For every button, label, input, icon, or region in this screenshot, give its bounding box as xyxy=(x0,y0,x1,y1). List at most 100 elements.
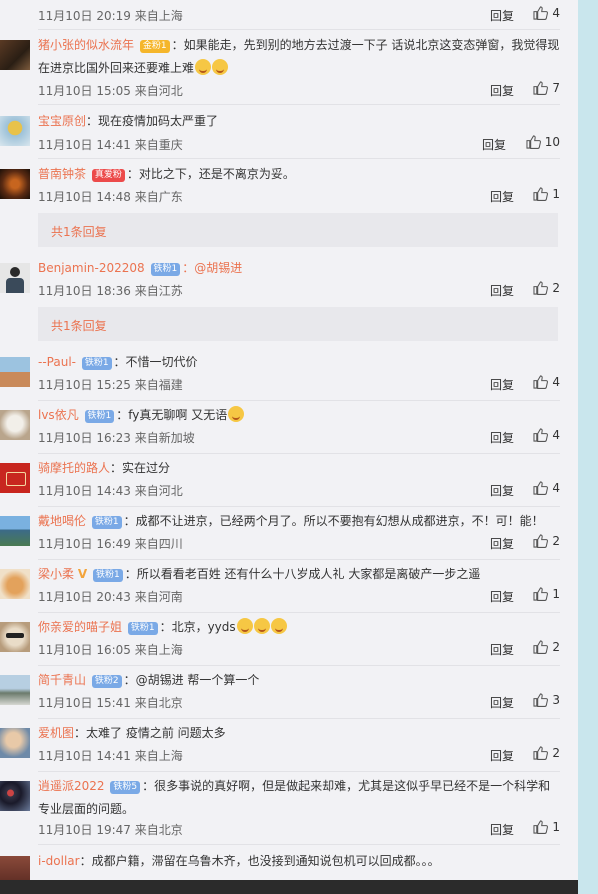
comment-item: 梁小柔 V 铁粉1 ：所以看看老百姓 还有什么十八岁成人礼 大家都是离破产一步之遥… xyxy=(0,563,578,615)
more-replies-button[interactable]: 共1条回复 xyxy=(38,213,558,247)
thumbs-up-icon xyxy=(533,746,549,760)
more-replies-label: 共1条回复 xyxy=(51,225,107,239)
username-link[interactable]: 宝宝原创 xyxy=(38,114,86,128)
comment-text: 逍遥派2022 铁粉5 ：很多事说的真好啊，但是做起来却难，尤其是这似乎早已经不是… xyxy=(38,775,560,821)
comment-body: ：成都户籍，滞留在乌鲁木齐，也没接到通知说包机可以回成都。。。 xyxy=(79,854,440,868)
thumbs-up-icon xyxy=(533,693,549,707)
like-button[interactable]: 7 xyxy=(533,81,560,95)
more-replies-label: 共1条回复 xyxy=(51,319,107,333)
username-link[interactable]: Benjamin-202208 xyxy=(38,261,145,275)
comment-body: ：不惜一切代价 xyxy=(113,355,198,369)
avatar[interactable] xyxy=(0,781,30,811)
thumbs-up-icon xyxy=(533,534,549,548)
comment-text: 梁小柔 V 铁粉1 ：所以看看老百姓 还有什么十八岁成人礼 大家都是离破产一步之遥 xyxy=(38,563,560,586)
like-button[interactable]: 2 xyxy=(533,281,560,295)
like-count: 4 xyxy=(552,375,560,389)
like-button[interactable]: 10 xyxy=(526,135,560,149)
reply-button[interactable]: 回复 xyxy=(490,429,514,446)
divider xyxy=(38,158,560,159)
reply-button[interactable]: 回复 xyxy=(490,188,514,205)
fan-badge: 铁粉1 xyxy=(150,263,181,276)
avatar[interactable] xyxy=(0,569,30,599)
like-count: 2 xyxy=(552,534,560,548)
page-side-background xyxy=(578,0,598,894)
laugh-cry-emoji-icon xyxy=(195,59,212,75)
comment-body: ：对比之下，还是不离京为妥。 xyxy=(126,167,295,181)
comment-meta: 11月10日 16:23 来自新加坡 xyxy=(38,431,195,445)
username-link[interactable]: 你亲爱的喵子姐 xyxy=(38,620,122,634)
comment-text: 你亲爱的喵子姐 铁粉1 ：北京，yyds xyxy=(38,616,560,639)
comment-item: lvs依凡 铁粉1 ：fy真无聊啊 又无语 11月10日 16:23 来自新加坡 … xyxy=(0,404,578,456)
username-link[interactable]: 梁小柔 xyxy=(38,567,74,581)
username-link[interactable]: 逍遥派2022 xyxy=(38,779,105,793)
avatar[interactable] xyxy=(0,116,30,146)
more-replies-button[interactable]: 共1条回复 xyxy=(38,307,558,341)
avatar[interactable] xyxy=(0,622,30,652)
avatar[interactable] xyxy=(0,675,30,705)
avatar[interactable] xyxy=(0,263,30,293)
username-link[interactable]: 骑摩托的路人 xyxy=(38,461,110,475)
avatar[interactable] xyxy=(0,728,30,758)
username-link[interactable]: 普南钟茶 xyxy=(38,167,86,181)
like-button[interactable]: 2 xyxy=(533,534,560,548)
fan-badge: 真爱粉 xyxy=(91,169,125,182)
reply-button[interactable]: 回复 xyxy=(490,82,514,99)
comment-text: 爱机图：太难了 疫情之前 问题太多 xyxy=(38,722,560,745)
username-link[interactable]: i-dollar xyxy=(38,854,80,868)
username-link[interactable]: 爱机图 xyxy=(38,726,74,740)
username-link[interactable]: 简千青山 xyxy=(38,673,86,687)
reply-button[interactable]: 回复 xyxy=(490,535,514,552)
comment-text: 简千青山 铁粉2 ：@胡锡进 帮一个算一个 xyxy=(38,669,560,692)
avatar[interactable] xyxy=(0,169,30,199)
reply-button[interactable]: 回复 xyxy=(490,694,514,711)
username-link[interactable]: --Paul- xyxy=(38,355,76,369)
comment-item: 你亲爱的喵子姐 铁粉1 ：北京，yyds 11月10日 16:05 来自上海 回复… xyxy=(0,616,578,668)
avatar[interactable] xyxy=(0,463,30,493)
thumbs-up-icon xyxy=(533,187,549,201)
comment-body[interactable]: ：@胡锡进 xyxy=(182,261,242,275)
comment-text: 普南钟茶 真爱粉 ：对比之下，还是不离京为妥。 xyxy=(38,163,560,186)
comment-meta: 11月10日 20:43 来自河南 xyxy=(38,590,183,604)
comment-text: 宝宝原创：现在疫情加码太严重了 xyxy=(38,110,560,133)
like-button[interactable]: 4 xyxy=(533,6,560,20)
comment-body: ：实在过分 xyxy=(110,461,171,475)
thumbs-up-icon xyxy=(533,640,549,654)
comment-body: ：fy真无聊啊 又无语 xyxy=(116,408,228,422)
reply-button[interactable]: 回复 xyxy=(490,747,514,764)
avatar[interactable] xyxy=(0,357,30,387)
thumbs-up-icon xyxy=(533,281,549,295)
like-button[interactable]: 4 xyxy=(533,481,560,495)
like-button[interactable]: 1 xyxy=(533,820,560,834)
reply-button[interactable]: 回复 xyxy=(490,282,514,299)
like-button[interactable]: 2 xyxy=(533,640,560,654)
reply-button[interactable]: 回复 xyxy=(482,136,506,153)
divider xyxy=(38,612,560,613)
username-link[interactable]: 戴地喝伦 xyxy=(38,514,86,528)
reply-button[interactable]: 回复 xyxy=(490,821,514,838)
comment-item: 普南钟茶 真爱粉 ：对比之下，还是不离京为妥。 11月10日 14:48 来自广东… xyxy=(0,163,578,257)
like-button[interactable]: 1 xyxy=(533,587,560,601)
comment-meta: 11月10日 16:05 来自上海 xyxy=(38,643,183,657)
like-button[interactable]: 4 xyxy=(533,428,560,442)
avatar[interactable] xyxy=(0,516,30,546)
fan-badge: 铁粉2 xyxy=(91,675,122,688)
like-button[interactable]: 4 xyxy=(533,375,560,389)
username-link[interactable]: lvs依凡 xyxy=(38,408,79,422)
reply-button[interactable]: 回复 xyxy=(490,588,514,605)
avatar[interactable] xyxy=(0,40,30,70)
like-button[interactable]: 2 xyxy=(533,746,560,760)
reply-button[interactable]: 回复 xyxy=(490,7,514,24)
comment-item: 宝宝原创：现在疫情加码太严重了 11月10日 14:41 来自重庆 回复 10 xyxy=(0,110,578,160)
reply-button[interactable]: 回复 xyxy=(490,641,514,658)
reply-button[interactable]: 回复 xyxy=(490,376,514,393)
thumbs-up-icon xyxy=(533,428,549,442)
comment-meta: 11月10日 14:41 来自重庆 xyxy=(38,138,183,152)
avatar[interactable] xyxy=(0,410,30,440)
divider xyxy=(38,506,560,507)
like-button[interactable]: 1 xyxy=(533,187,560,201)
like-button[interactable]: 3 xyxy=(533,693,560,707)
reply-button[interactable]: 回复 xyxy=(490,482,514,499)
like-count: 4 xyxy=(552,428,560,442)
username-link[interactable]: 猪小张的似水流年 xyxy=(38,38,134,52)
like-count: 1 xyxy=(552,820,560,834)
